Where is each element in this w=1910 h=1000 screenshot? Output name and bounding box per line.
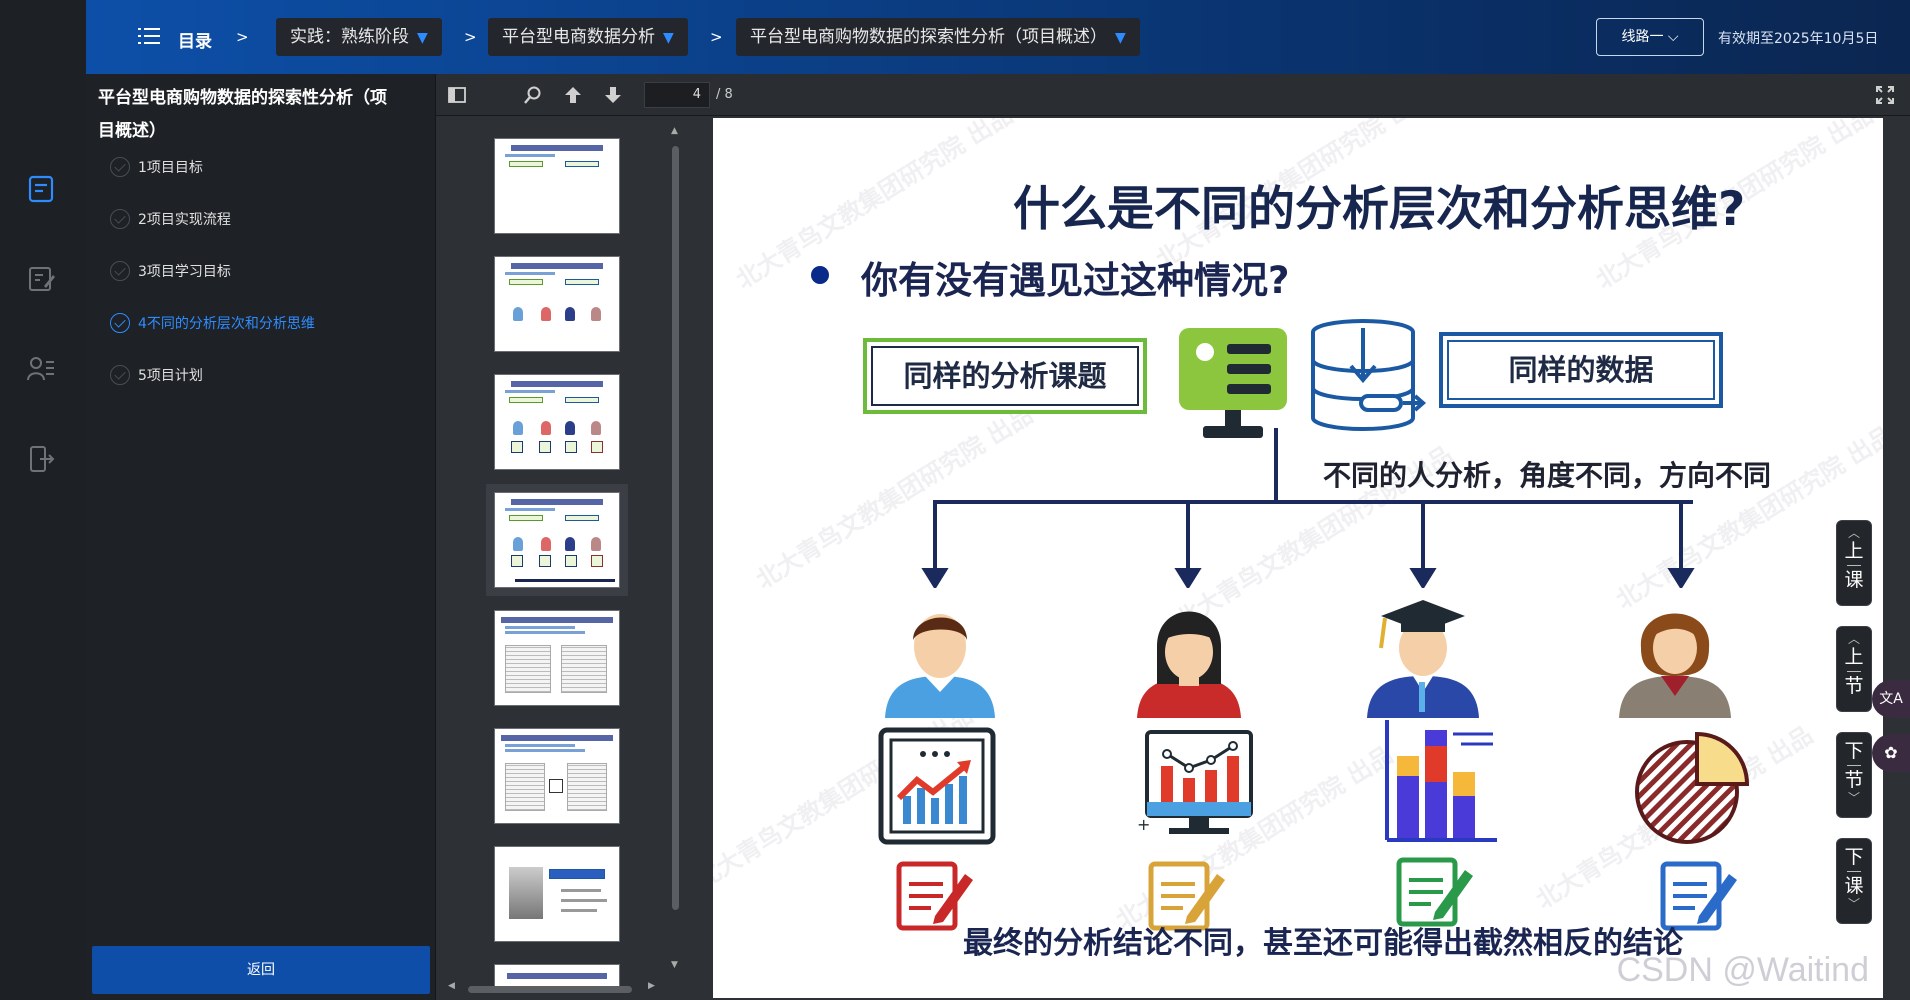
caret-down-icon: ▼ [663, 30, 674, 46]
bar-chart-icon [1385, 720, 1497, 842]
tree-connector [921, 428, 1695, 588]
prev-lesson-char: 上 [1844, 540, 1864, 562]
note-icon [1396, 857, 1473, 927]
caret-down-icon: ▼ [1115, 30, 1126, 46]
prev-lesson-button[interactable]: ︿ 上课 [1836, 520, 1872, 606]
page-thumbnail[interactable] [494, 610, 620, 706]
next-lesson-char: 课 [1844, 875, 1864, 897]
prev-lesson-char: 课 [1844, 569, 1864, 591]
fullscreen-icon[interactable] [1876, 86, 1894, 104]
woman-short-hair-avatar-icon [1619, 613, 1731, 718]
expiry-text: 有效期至2025年10月5日 [1718, 31, 1879, 47]
prev-section-char: 节 [1844, 675, 1864, 697]
chapter-item-label: 5项目计划 [138, 368, 203, 384]
breadcrumb-label: 平台型电商数据分析 [502, 27, 655, 47]
breadcrumb-course[interactable]: 平台型电商数据分析 ▼ [488, 18, 688, 56]
chevron-down-icon: ﹀ [1847, 897, 1860, 911]
sidebar-toggle-icon[interactable] [446, 84, 468, 106]
scroll-down-icon[interactable]: ▼ [671, 960, 678, 970]
chevron-up-icon: ︿ [1847, 632, 1860, 646]
chapter-item-label: 3项目学习目标 [138, 264, 231, 280]
thumbnail-panel [436, 116, 702, 1000]
toc-label[interactable]: 目录 [178, 27, 212, 52]
check-circle-icon [110, 157, 130, 177]
translate-icon[interactable]: 文A [1872, 680, 1910, 718]
scroll-thumb[interactable] [468, 986, 632, 993]
left-rail [0, 74, 86, 1000]
document-icon[interactable] [26, 174, 56, 204]
check-circle-icon [110, 313, 130, 333]
chapter-item[interactable]: 1项目目标 [110, 152, 203, 182]
edit-icon[interactable] [26, 264, 56, 294]
thumbnail-scrollbar[interactable]: ▲ ▼ [670, 126, 680, 986]
route-select[interactable]: 线路一 ⌵ [1596, 18, 1704, 56]
scroll-thumb[interactable] [672, 146, 679, 910]
page-thumbnail[interactable] [494, 846, 620, 942]
arrow-up-icon[interactable] [562, 84, 584, 106]
next-lesson-button[interactable]: 下课 ﹀ [1836, 838, 1872, 924]
svg-text:+: + [1137, 815, 1150, 834]
caret-down-icon: ▼ [417, 30, 428, 46]
prev-section-button[interactable]: ︿ 上节 [1836, 626, 1872, 712]
page-thumbnail-current[interactable] [494, 492, 620, 588]
pdf-toolbar: 4 / 8 [436, 74, 1910, 116]
next-section-button[interactable]: 下节 ﹀ [1836, 732, 1872, 818]
next-lesson-char: 下 [1844, 846, 1864, 868]
line-chart-icon [878, 727, 996, 845]
ai-brain-icon[interactable]: ✿ [1872, 734, 1910, 772]
man-avatar-icon [885, 614, 995, 718]
monitor-chart-icon: + [1137, 730, 1253, 834]
bottom-caption: 最终的分析结论不同，甚至还可能得出截然相反的结论 [963, 926, 1683, 961]
scroll-up-icon[interactable]: ▲ [671, 126, 678, 136]
csdn-credit: CSDN @Waitind [1616, 951, 1869, 989]
thumbnail-hscrollbar[interactable]: ◀ ▶ [448, 981, 658, 994]
chapter-item[interactable]: 2项目实现流程 [110, 204, 231, 234]
chapter-item-active[interactable]: 4不同的分析层次和分析思维 [110, 308, 315, 338]
chevron-down-icon: ﹀ [1847, 791, 1860, 805]
chapter-title: 平台型电商购物数据的探索性分析（项目概述） [98, 88, 387, 141]
route-label: 线路一 [1621, 29, 1664, 45]
users-icon[interactable] [26, 354, 56, 384]
page-thumbnail[interactable] [494, 256, 620, 352]
page-number-input[interactable]: 4 [644, 82, 710, 108]
next-section-char: 下 [1844, 740, 1864, 762]
chapter-panel: 平台型电商购物数据的探索性分析（项目概述） 1项目目标 2项目实现流程 3项目学… [86, 74, 436, 1000]
search-icon[interactable] [522, 84, 544, 106]
chapter-item-label: 1项目目标 [138, 160, 203, 176]
page-thumbnail[interactable] [494, 138, 620, 234]
slide-page: 北大青鸟文教集团研究院 出品 北大青鸟文教集团研究院 出品 北大青鸟文教集团研究… [713, 118, 1883, 998]
arrow-down-icon[interactable] [602, 84, 624, 106]
chapter-item-label: 2项目实现流程 [138, 212, 231, 228]
chapter-item-label: 4不同的分析层次和分析思维 [138, 316, 315, 332]
breadcrumb-separator: > [236, 28, 249, 46]
page-total: / 8 [716, 87, 733, 102]
back-button[interactable]: 返回 [92, 946, 430, 994]
menu-icon[interactable] [138, 28, 160, 46]
chevron-up-icon: ︿ [1847, 526, 1860, 540]
pie-chart-icon [1635, 731, 1750, 844]
scroll-left-icon[interactable]: ◀ [448, 981, 455, 991]
exit-icon[interactable] [26, 444, 56, 474]
breadcrumb-separator: > [710, 28, 723, 46]
prev-section-char: 上 [1844, 646, 1864, 668]
breadcrumb-stage[interactable]: 实践：熟练阶段 ▼ [276, 18, 442, 56]
graduate-avatar-icon [1367, 600, 1479, 718]
woman-avatar-icon [1137, 611, 1241, 718]
chapter-item[interactable]: 5项目计划 [110, 360, 203, 390]
breadcrumb-lesson[interactable]: 平台型电商购物数据的探索性分析（项目概述） ▼ [736, 18, 1140, 56]
breadcrumb-separator: > [464, 28, 477, 46]
check-circle-icon [110, 209, 130, 229]
page-thumbnail[interactable] [494, 374, 620, 470]
check-circle-icon [110, 261, 130, 281]
page-thumbnail[interactable] [494, 728, 620, 824]
chapter-item[interactable]: 3项目学习目标 [110, 256, 231, 286]
scroll-right-icon[interactable]: ▶ [648, 981, 655, 991]
check-circle-icon [110, 365, 130, 385]
breadcrumb-label: 实践：熟练阶段 [290, 27, 409, 47]
next-section-char: 节 [1844, 769, 1864, 791]
breadcrumb-label: 平台型电商购物数据的探索性分析（项目概述） [750, 27, 1107, 47]
